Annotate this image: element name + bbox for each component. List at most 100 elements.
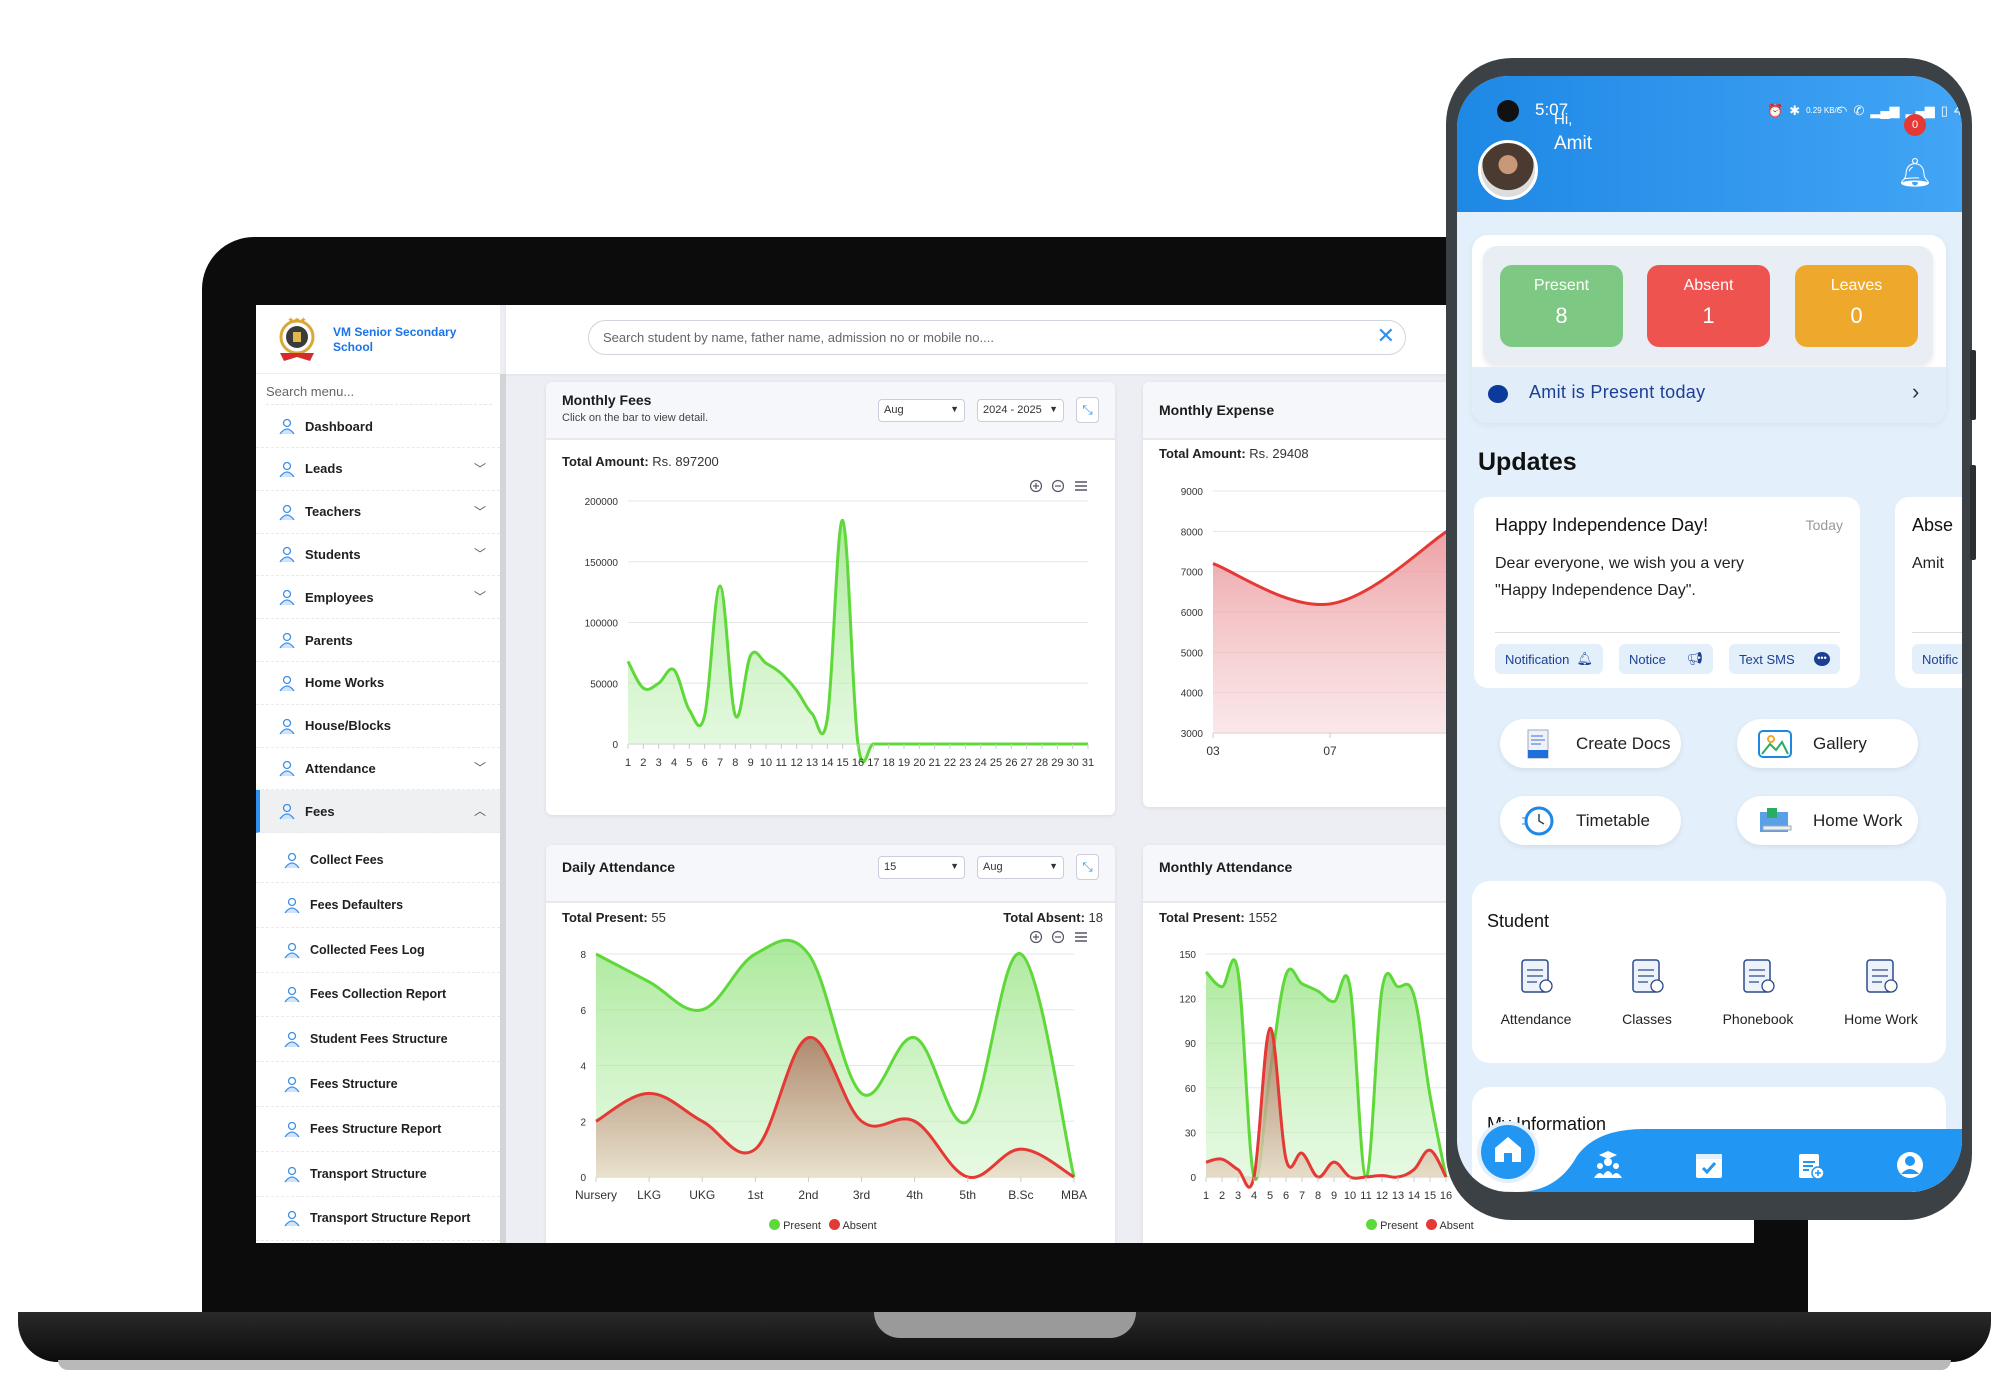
y-tick-label: 3000	[1181, 729, 1204, 740]
monthly-fees-chart: 0500001000001500002000001 2 3 4 5 6 7 8 9 10 11 12 1…	[585, 497, 1095, 769]
profile-icon[interactable]	[1895, 1150, 1925, 1180]
legend-present[interactable]: Present	[1366, 1219, 1418, 1232]
y-tick-label: 2	[580, 1117, 586, 1128]
button-label: Gallery	[1813, 733, 1867, 753]
wifi-icon: ◠	[1836, 102, 1848, 118]
student-item-home-work[interactable]: Home Work	[1841, 956, 1921, 1027]
y-tick-label: 150000	[585, 558, 619, 569]
y-tick-label: 100000	[585, 619, 619, 630]
laptop-base-shadow	[58, 1360, 1951, 1370]
phone-side-button	[1970, 350, 1976, 420]
timetable-button[interactable]: Timetable	[1500, 796, 1681, 845]
x-tick-label: 12	[791, 757, 803, 769]
x-tick-label: 10	[760, 757, 772, 769]
notification-chip[interactable]: Notification 🔔︎	[1495, 644, 1603, 674]
x-tick-label: 1	[625, 757, 631, 769]
battery-icon: ▯	[1940, 102, 1948, 118]
signal-icon: ▂▄▆	[1870, 102, 1900, 118]
x-tick-label: 18	[883, 757, 895, 769]
x-tick-label: 2nd	[798, 1188, 818, 1202]
x-tick-label: 13	[1392, 1190, 1404, 1202]
menu-icon[interactable]	[1075, 932, 1087, 942]
zoom-in-icon[interactable]	[1029, 930, 1043, 944]
y-tick-label: 6000	[1181, 608, 1204, 619]
zoom-out-icon[interactable]	[1051, 479, 1065, 493]
notification-chip[interactable]: Notific	[1912, 644, 1962, 674]
series-area	[1213, 531, 1447, 733]
x-tick-label: 11	[1360, 1190, 1371, 1202]
present-today-row[interactable]: Amit is Present today ›	[1472, 367, 1946, 423]
x-tick-label: 5th	[959, 1188, 976, 1202]
leaves-tile[interactable]: Leaves 0	[1795, 265, 1918, 347]
zoom-out-icon[interactable]	[1051, 930, 1065, 944]
y-tick-label: 9000	[1181, 487, 1204, 498]
student-item-label: Home Work	[1844, 1011, 1918, 1027]
notice-chip[interactable]: Notice 📢︎	[1619, 644, 1713, 674]
x-tick-label: 9	[748, 757, 754, 769]
daily-attendance-legend: Present Absent	[769, 1219, 877, 1232]
homework-grade-icon	[1866, 959, 1898, 993]
x-tick-label: 4	[671, 757, 677, 769]
status-message: Amit is Present today	[1529, 382, 1706, 402]
user-avatar[interactable]	[1478, 140, 1538, 200]
bell-icon[interactable]: 🔔︎	[1897, 158, 1933, 188]
calendar-check-icon[interactable]	[1694, 1150, 1724, 1180]
home-work-button[interactable]: Home Work	[1737, 796, 1918, 845]
gallery-button[interactable]: Gallery	[1737, 719, 1918, 768]
app-header	[1457, 76, 1962, 212]
x-tick-label: 2	[1219, 1190, 1225, 1202]
tile-label: Present	[1533, 277, 1590, 294]
tile-label: Absent	[1683, 277, 1734, 294]
x-tick-label: 8	[1315, 1190, 1321, 1202]
present-tile[interactable]: Present 8	[1500, 265, 1623, 347]
menu-icon[interactable]	[1075, 481, 1087, 491]
create-docs-button[interactable]: Create Docs	[1500, 719, 1681, 768]
x-tick-label: Nursery	[575, 1188, 617, 1202]
laptop-notch	[874, 1312, 1136, 1338]
homework-icon	[1755, 805, 1795, 837]
students-nav-icon[interactable]	[1593, 1150, 1623, 1180]
legend-dot-icon	[769, 1219, 780, 1230]
x-tick-label: 2	[640, 757, 646, 769]
legend-label: Present	[1380, 1220, 1418, 1232]
x-tick-label: 20	[913, 757, 925, 769]
phone-side-button	[1970, 465, 1976, 560]
x-tick-label: 3rd	[853, 1188, 870, 1202]
x-tick-label: 27	[1021, 757, 1033, 769]
x-tick-label: 26	[1005, 757, 1017, 769]
update-card[interactable]: Abse Amit Notific	[1895, 497, 1962, 688]
legend-dot-icon	[1366, 1219, 1377, 1230]
clipboard-add-icon[interactable]	[1795, 1150, 1825, 1180]
absent-tile[interactable]: Absent 1	[1647, 265, 1770, 347]
y-tick-label: 8	[580, 950, 586, 961]
y-tick-label: 150	[1179, 950, 1196, 961]
y-tick-label: 6	[580, 1006, 586, 1017]
home-icon[interactable]	[1492, 1134, 1524, 1164]
zoom-in-icon[interactable]	[1029, 479, 1043, 493]
y-tick-label: 7000	[1181, 568, 1204, 579]
update-time: Today	[1805, 517, 1843, 533]
section-title: Student	[1487, 911, 1550, 931]
y-tick-label: 0	[612, 740, 618, 751]
student-item-attendance[interactable]: Attendance	[1496, 956, 1576, 1027]
legend-absent[interactable]: Absent	[828, 1219, 877, 1232]
student-item-label: Phonebook	[1722, 1011, 1794, 1027]
x-tick-label: 29	[1051, 757, 1063, 769]
legend-present[interactable]: Present	[769, 1219, 821, 1232]
greeting-text: Hi,	[1554, 111, 1573, 128]
text-sms-chip[interactable]: Text SMS •••	[1729, 644, 1840, 674]
x-tick-label: 7	[717, 757, 723, 769]
student-item-classes[interactable]: Classes	[1607, 956, 1687, 1027]
y-tick-label: 50000	[590, 679, 618, 690]
x-tick-label: 12	[1376, 1190, 1388, 1202]
x-tick-label: 22	[944, 757, 956, 769]
legend-absent[interactable]: Absent	[1425, 1219, 1474, 1232]
chip-label: Notific	[1922, 651, 1959, 667]
x-tick-label: 14	[1408, 1190, 1420, 1202]
y-tick-label: 30	[1185, 1128, 1197, 1139]
x-tick-label: MBA	[1061, 1188, 1087, 1202]
present-area	[1206, 959, 1446, 1180]
gallery-icon	[1755, 728, 1795, 760]
student-item-phonebook[interactable]: Phonebook	[1718, 956, 1798, 1027]
series-line[interactable]	[626, 518, 1088, 764]
